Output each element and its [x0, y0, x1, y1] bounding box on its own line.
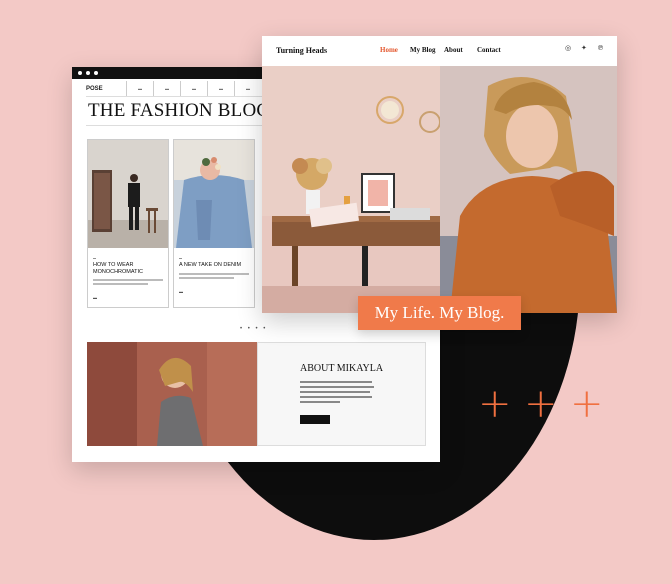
about-text-line — [300, 401, 340, 403]
about-text-line — [300, 396, 372, 398]
nav-box[interactable]: ▬ — [234, 81, 261, 96]
about-text-line — [300, 391, 370, 393]
nav-box[interactable]: ▬ — [153, 81, 180, 96]
blog-card[interactable]: ▬ HOW TO WEAR MONOCHROMATIC ▬ — [87, 139, 169, 308]
card-text-line — [179, 272, 249, 275]
turning-heads-nav: Turning Heads Home My Blog About Contact… — [262, 36, 617, 66]
twitter-icon[interactable]: ✦ — [581, 44, 587, 52]
nav-item-about[interactable]: About — [444, 46, 463, 54]
blog-card-photo — [88, 140, 168, 248]
card-text-line — [93, 283, 148, 285]
about-panel: ABOUT MIKAYLA — [257, 342, 426, 446]
card-read-more[interactable]: ▬ — [179, 289, 254, 294]
carousel-pager[interactable]: • • • • — [240, 326, 267, 332]
window-dot-icon[interactable] — [78, 71, 82, 75]
nav-item-home[interactable]: Home — [380, 46, 398, 54]
fashion-blog-title: THE FASHION BLOG — [86, 100, 270, 126]
about-photo — [87, 342, 257, 446]
card-title[interactable]: HOW TO WEAR MONOCHROMATIC — [93, 262, 163, 275]
nav-box[interactable]: ▬ — [126, 81, 153, 96]
plus-icon: + — [478, 381, 512, 427]
pinterest-icon[interactable]: ℗ — [597, 44, 604, 52]
nav-item-contact[interactable]: Contact — [477, 46, 501, 54]
blog-card[interactable]: ▬ A NEW TAKE ON DENIM ▬ — [173, 139, 255, 308]
plus-icon: + — [570, 381, 604, 427]
about-text-line — [300, 381, 372, 383]
about-title: ABOUT MIKAYLA — [300, 363, 384, 374]
card-tag: ▬ — [93, 256, 96, 260]
nav-box[interactable]: ▬ — [207, 81, 234, 96]
card-tag: ▬ — [179, 256, 182, 260]
about-text-line — [300, 386, 374, 388]
nav-item-my-blog[interactable]: My Blog — [410, 46, 435, 54]
nav-box[interactable]: ▬ — [180, 81, 207, 96]
blog-card-photo — [174, 140, 254, 248]
plus-icon: + — [524, 381, 558, 427]
card-title[interactable]: A NEW TAKE ON DENIM — [179, 262, 249, 269]
hero-portrait-photo — [440, 66, 617, 313]
turning-heads-brand[interactable]: Turning Heads — [276, 46, 327, 55]
window-dot-icon[interactable] — [86, 71, 90, 75]
card-read-more[interactable]: ▬ — [93, 295, 168, 300]
about-read-more-button[interactable] — [300, 415, 330, 424]
fashion-blog-brand[interactable]: POSE — [86, 86, 126, 92]
card-text-line — [179, 276, 234, 279]
instagram-icon[interactable]: ◎ — [565, 44, 571, 52]
hero-desk-photo — [262, 66, 440, 313]
card-text-line — [93, 279, 163, 281]
fashion-blog-nav: POSE ▬ ▬ ▬ ▬ ▬ — [86, 81, 266, 97]
turning-heads-window: Turning Heads Home My Blog About Contact… — [262, 36, 617, 313]
tagline-banner: My Life. My Blog. — [358, 296, 521, 330]
window-dot-icon[interactable] — [94, 71, 98, 75]
